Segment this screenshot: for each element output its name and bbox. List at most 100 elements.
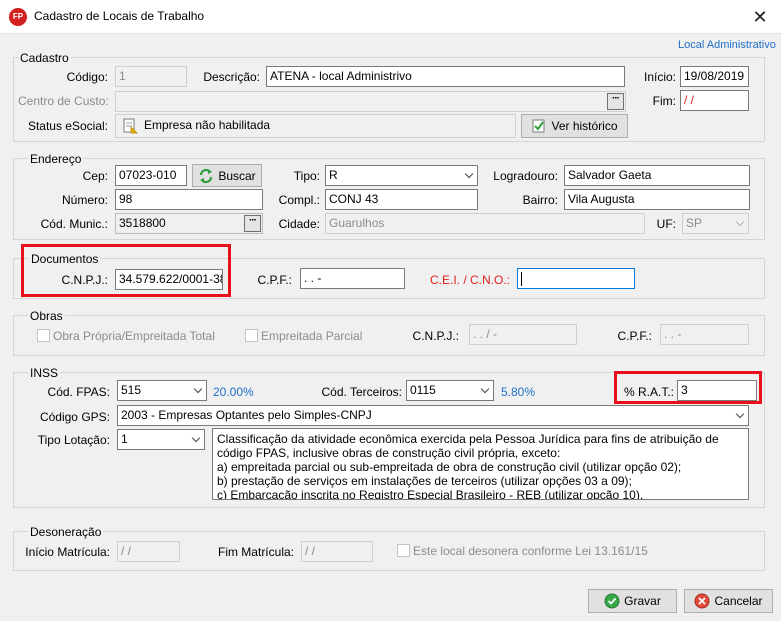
local-administrativo-link[interactable]: Local Administrativo	[678, 39, 776, 51]
cnpj-field[interactable]: 34.579.622/0001-38	[115, 269, 223, 290]
cod-fpas-select[interactable]: 515	[117, 380, 207, 401]
tipo-lotacao-dropdown-button[interactable]	[187, 430, 204, 449]
description-line: Classificação da atividade econômica exe…	[217, 432, 719, 446]
cod-munic-field[interactable]: 3518800 ···	[115, 213, 263, 234]
cidade-field[interactable]: Guarulhos	[325, 213, 645, 234]
cidade-label: Cidade:	[278, 217, 320, 231]
cancelar-button[interactable]: Cancelar	[684, 589, 773, 613]
cei-cno-label: C.E.I. / C.N.O.:	[429, 273, 510, 287]
tipo-value: R	[329, 168, 338, 182]
tipo-dropdown-button[interactable]	[460, 166, 477, 185]
codigo-label: Código:	[66, 70, 108, 84]
obras-cnpj-field[interactable]: . . / -	[469, 324, 577, 345]
description-line: a) empreitada parcial ou sub-empreitada …	[217, 460, 682, 474]
numero-label: Número:	[61, 193, 108, 207]
bairro-label: Bairro:	[522, 193, 558, 207]
cod-munic-lookup-button[interactable]: ···	[244, 215, 261, 232]
cod-munic-label: Cód. Munic.:	[40, 217, 108, 231]
obras-cpf-label: C.P.F.:	[617, 329, 652, 343]
terceiros-percent: 5.80%	[501, 385, 536, 399]
uf-dropdown-button[interactable]	[731, 214, 748, 233]
app-logo-icon: FP	[9, 8, 27, 26]
compl-label: Compl.:	[278, 193, 320, 207]
inicio-date-field[interactable]: 19/08/2019	[680, 66, 749, 87]
codigo-gps-dropdown-button[interactable]	[731, 406, 748, 425]
description-line: b) prestação de serviços em instalações …	[217, 474, 632, 488]
desonera-lei-label: Este local desonera conforme Lei 13.161/…	[413, 544, 648, 558]
chevron-down-icon	[193, 384, 202, 394]
tipo-label: Tipo:	[293, 169, 320, 183]
cod-terceiros-value: 0115	[410, 383, 436, 397]
check-circle-icon	[604, 593, 620, 609]
cadastro-legend: Cadastro	[18, 51, 71, 65]
cod-munic-value: 3518800	[119, 216, 166, 230]
obras-cnpj-label: C.N.P.J.:	[412, 329, 459, 343]
chevron-down-icon	[735, 217, 744, 227]
ver-historico-button[interactable]: Ver histórico	[521, 114, 628, 138]
desoneracao-legend: Desoneração	[28, 525, 104, 539]
obras-cpf-field[interactable]: . . -	[660, 324, 749, 345]
buscar-button[interactable]: Buscar	[192, 164, 262, 187]
tipo-select[interactable]: R	[325, 165, 478, 186]
compl-field[interactable]: CONJ 43	[325, 189, 478, 210]
rat-field[interactable]: 3	[677, 380, 757, 401]
cei-cno-field[interactable]	[517, 268, 635, 289]
window-title: Cadastro de Locais de Trabalho	[34, 9, 205, 23]
centro-custo-lookup-button[interactable]: ···	[607, 93, 624, 110]
tipo-lotacao-description[interactable]: Classificação da atividade econômica exe…	[212, 428, 749, 500]
inss-legend: INSS	[28, 366, 61, 380]
chevron-down-icon	[735, 409, 744, 419]
inicio-matricula-field[interactable]: / /	[117, 541, 180, 562]
cnpj-label: C.N.P.J.:	[61, 273, 108, 287]
codigo-field[interactable]: 1	[115, 66, 187, 87]
rat-label: % R.A.T.:	[623, 385, 674, 399]
obra-propria-label: Obra Própria/Empreitada Total	[53, 329, 215, 343]
chevron-down-icon	[191, 433, 200, 443]
fim-matricula-field[interactable]: / /	[301, 541, 373, 562]
centro-custo-label: Centro de Custo:	[18, 94, 109, 108]
cancelar-label: Cancelar	[714, 594, 763, 608]
status-esocial-value: Empresa não habilitada	[144, 118, 271, 132]
centro-custo-field[interactable]: ···	[115, 91, 626, 112]
cancel-circle-icon	[694, 593, 710, 609]
cod-terceiros-select[interactable]: 0115	[406, 380, 494, 401]
fpas-percent: 20.00%	[213, 385, 254, 399]
cod-terceiros-dropdown-button[interactable]	[476, 381, 493, 400]
codigo-gps-value: 2003 - Empresas Optantes pelo Simples-CN…	[121, 408, 372, 422]
fim-date-field[interactable]: / /	[680, 90, 749, 111]
endereco-legend: Endereço	[28, 152, 84, 166]
tipo-lotacao-value: 1	[121, 432, 128, 446]
bairro-field[interactable]: Vila Augusta	[564, 189, 750, 210]
descricao-field[interactable]: ATENA - local Administrivo	[266, 66, 625, 87]
empreitada-parcial-label: Empreitada Parcial	[261, 329, 363, 343]
uf-select[interactable]: SP	[682, 213, 749, 234]
cep-label: Cep:	[82, 169, 108, 183]
uf-value: SP	[686, 216, 703, 230]
tipo-lotacao-select[interactable]: 1	[117, 429, 205, 450]
chevron-down-icon	[464, 169, 473, 179]
empreitada-parcial-checkbox[interactable]	[245, 329, 258, 342]
cep-field[interactable]: 07023-010	[115, 165, 187, 186]
desonera-lei-checkbox[interactable]	[397, 544, 410, 557]
tipo-lotacao-label: Tipo Lotação:	[37, 433, 110, 447]
fim-label: Fim:	[652, 94, 676, 108]
gravar-button[interactable]: Gravar	[588, 589, 677, 613]
obra-propria-checkbox[interactable]	[37, 329, 50, 342]
close-window-button[interactable]: ✕	[744, 4, 776, 30]
chevron-down-icon	[480, 384, 489, 394]
obras-legend: Obras	[28, 309, 65, 323]
history-document-icon	[532, 119, 545, 133]
logradouro-field[interactable]: Salvador Gaeta	[564, 165, 750, 186]
gravar-label: Gravar	[624, 594, 661, 608]
cod-fpas-label: Cód. FPAS:	[47, 385, 110, 399]
numero-field[interactable]: 98	[115, 189, 263, 210]
ver-historico-label: Ver histórico	[551, 119, 618, 133]
description-line: código FPAS, inclusive obras de construç…	[217, 446, 561, 460]
inicio-label: Início:	[643, 70, 676, 84]
cod-fpas-dropdown-button[interactable]	[189, 381, 206, 400]
status-esocial-label: Status eSocial:	[27, 119, 108, 133]
codigo-gps-select[interactable]: 2003 - Empresas Optantes pelo Simples-CN…	[117, 405, 749, 426]
cpf-field[interactable]: . . -	[300, 268, 405, 289]
logradouro-label: Logradouro:	[493, 169, 558, 183]
description-line: c) Embarcação inscrita no Registro Espec…	[217, 488, 644, 500]
